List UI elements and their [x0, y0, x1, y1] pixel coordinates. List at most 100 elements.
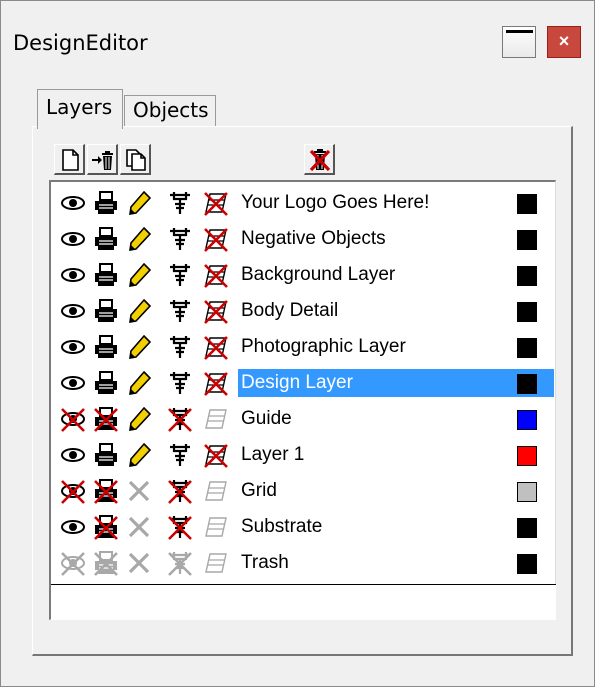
layer-name[interactable]: Grid — [238, 477, 280, 505]
printer-icon[interactable] — [92, 405, 120, 433]
guide-layer-icon[interactable] — [202, 189, 230, 217]
layer-color-swatch[interactable] — [517, 338, 537, 358]
visibility-eye-icon[interactable] — [59, 333, 87, 361]
pencil-icon[interactable] — [125, 297, 153, 325]
pencil-icon[interactable] — [125, 189, 153, 217]
visibility-eye-icon[interactable] — [59, 297, 87, 325]
pencil-icon[interactable] — [125, 369, 153, 397]
layer-row[interactable]: Layer 1 — [51, 438, 554, 473]
empty-trash-button[interactable] — [304, 144, 335, 175]
layer-color-swatch[interactable] — [517, 518, 537, 538]
tab-layers[interactable]: Layers — [37, 89, 123, 129]
layer-row[interactable]: Design Layer — [51, 366, 554, 401]
visibility-eye-icon[interactable] — [59, 549, 87, 577]
layer-name[interactable]: Background Layer — [238, 261, 398, 289]
pencil-icon[interactable] — [125, 405, 153, 433]
guide-layer-icon[interactable] — [202, 297, 230, 325]
maximize-icon — [506, 30, 533, 33]
layer-color-swatch[interactable] — [517, 410, 537, 430]
visibility-eye-icon[interactable] — [59, 261, 87, 289]
layer-name[interactable]: Trash — [238, 549, 292, 577]
snap-icon[interactable] — [166, 225, 194, 253]
guide-layer-icon[interactable] — [202, 549, 230, 577]
layer-row[interactable]: Background Layer — [51, 258, 554, 293]
guide-layer-icon[interactable] — [202, 477, 230, 505]
layer-name[interactable]: Guide — [238, 405, 295, 433]
layer-row[interactable]: Photographic Layer — [51, 330, 554, 365]
layer-name[interactable]: Body Detail — [238, 297, 341, 325]
printer-icon[interactable] — [92, 441, 120, 469]
empty-trash-icon — [309, 149, 331, 172]
layer-color-swatch[interactable] — [517, 230, 537, 250]
guide-layer-icon[interactable] — [202, 441, 230, 469]
snap-icon[interactable] — [166, 405, 194, 433]
layer-row[interactable]: Your Logo Goes Here! — [51, 186, 554, 221]
layer-color-swatch[interactable] — [517, 374, 537, 394]
snap-icon[interactable] — [166, 333, 194, 361]
visibility-eye-icon[interactable] — [59, 225, 87, 253]
snap-icon[interactable] — [166, 369, 194, 397]
printer-icon[interactable] — [92, 261, 120, 289]
layer-row[interactable]: Negative Objects — [51, 222, 554, 257]
visibility-eye-icon[interactable] — [59, 513, 87, 541]
snap-icon[interactable] — [166, 441, 194, 469]
pencil-icon[interactable] — [125, 513, 153, 541]
layer-row[interactable]: Grid — [51, 474, 554, 509]
duplicate-layer-button[interactable] — [120, 144, 151, 175]
close-button[interactable]: × — [547, 26, 581, 58]
new-layer-button[interactable] — [54, 144, 85, 175]
printer-icon[interactable] — [92, 549, 120, 577]
guide-layer-icon[interactable] — [202, 225, 230, 253]
layer-row[interactable]: Guide — [51, 402, 554, 437]
layer-color-swatch[interactable] — [517, 194, 537, 214]
printer-icon[interactable] — [92, 189, 120, 217]
printer-icon[interactable] — [92, 333, 120, 361]
layer-name[interactable]: Your Logo Goes Here! — [238, 189, 432, 217]
maximize-button[interactable] — [502, 26, 536, 58]
pencil-icon[interactable] — [125, 477, 153, 505]
layer-name[interactable]: Layer 1 — [238, 441, 307, 469]
layers-list[interactable]: Your Logo Goes Here! Negative Objects Back… — [49, 180, 556, 620]
printer-icon[interactable] — [92, 297, 120, 325]
visibility-eye-icon[interactable] — [59, 477, 87, 505]
layer-color-swatch[interactable] — [517, 302, 537, 322]
pencil-icon[interactable] — [125, 441, 153, 469]
layer-row[interactable]: Trash — [51, 546, 554, 581]
move-to-trash-button[interactable] — [87, 144, 118, 175]
snap-icon[interactable] — [166, 477, 194, 505]
guide-layer-icon[interactable] — [202, 513, 230, 541]
layer-color-swatch[interactable] — [517, 482, 537, 502]
snap-icon[interactable] — [166, 189, 194, 217]
layer-row[interactable]: Body Detail — [51, 294, 554, 329]
layer-color-swatch[interactable] — [517, 266, 537, 286]
visibility-eye-icon[interactable] — [59, 405, 87, 433]
visibility-eye-icon[interactable] — [59, 441, 87, 469]
layer-name[interactable]: Negative Objects — [238, 225, 389, 253]
printer-icon[interactable] — [92, 369, 120, 397]
tab-objects[interactable]: Objects — [124, 95, 216, 127]
snap-icon[interactable] — [166, 549, 194, 577]
pencil-icon[interactable] — [125, 261, 153, 289]
move-to-trash-icon — [92, 151, 113, 170]
layer-name[interactable]: Substrate — [238, 513, 325, 541]
visibility-eye-icon[interactable] — [59, 189, 87, 217]
guide-layer-icon[interactable] — [202, 333, 230, 361]
snap-icon[interactable] — [166, 261, 194, 289]
layer-name[interactable]: Design Layer — [238, 369, 554, 397]
snap-icon[interactable] — [166, 297, 194, 325]
layer-name[interactable]: Photographic Layer — [238, 333, 409, 361]
guide-layer-icon[interactable] — [202, 261, 230, 289]
layer-color-swatch[interactable] — [517, 446, 537, 466]
pencil-icon[interactable] — [125, 333, 153, 361]
printer-icon[interactable] — [92, 513, 120, 541]
pencil-icon[interactable] — [125, 225, 153, 253]
layer-row[interactable]: Substrate — [51, 510, 554, 545]
snap-icon[interactable] — [166, 513, 194, 541]
pencil-icon[interactable] — [125, 549, 153, 577]
guide-layer-icon[interactable] — [202, 369, 230, 397]
guide-layer-icon[interactable] — [202, 405, 230, 433]
layer-color-swatch[interactable] — [517, 554, 537, 574]
printer-icon[interactable] — [92, 225, 120, 253]
printer-icon[interactable] — [92, 477, 120, 505]
visibility-eye-icon[interactable] — [59, 369, 87, 397]
